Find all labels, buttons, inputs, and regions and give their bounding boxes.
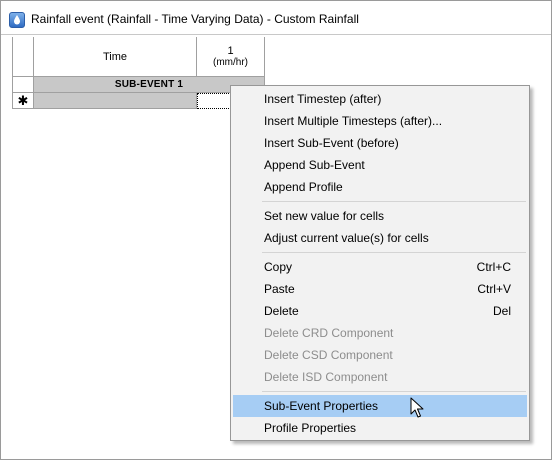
menu-item-label: Delete ISD Component (264, 370, 388, 384)
menu-item-label: Insert Sub-Event (before) (264, 136, 399, 150)
app-window-icon (9, 12, 25, 28)
menu-item-profile-properties[interactable]: Profile Properties (233, 417, 527, 439)
menu-separator (262, 391, 526, 392)
menu-item-delete[interactable]: Delete Del (233, 300, 527, 322)
menu-item-label: Set new value for cells (264, 209, 385, 223)
menu-item-shortcut: Ctrl+C (476, 260, 511, 274)
menu-item-insert-subevent[interactable]: Insert Sub-Event (before) (233, 132, 527, 154)
menu-item-label: Adjust current value(s) for cells (264, 231, 429, 245)
menu-item-label: Append Profile (264, 180, 343, 194)
time-column-header[interactable]: Time (34, 37, 197, 77)
profile-1-column-unit: (mm/hr) (213, 56, 248, 68)
menu-item-label: Delete CRD Component (264, 326, 394, 340)
menu-item-label: Append Sub-Event (264, 158, 365, 172)
asterisk-icon: ✱ (17, 93, 29, 108)
menu-separator (262, 201, 526, 202)
menu-item-delete-csd-component[interactable]: Delete CSD Component (233, 344, 527, 366)
rainfall-event-window: Rainfall event (Rainfall - Time Varying … (0, 0, 552, 460)
menu-item-label: Sub-Event Properties (264, 399, 379, 413)
menu-item-paste[interactable]: Paste Ctrl+V (233, 278, 527, 300)
menu-item-label: Paste (264, 282, 295, 296)
menu-item-delete-isd-component[interactable]: Delete ISD Component (233, 366, 527, 388)
context-menu: Insert Timestep (after) Insert Multiple … (230, 85, 530, 441)
arrow-pointer-icon (410, 397, 424, 418)
profile-1-column-label: 1 (227, 44, 234, 57)
menu-item-adjust-current-value[interactable]: Adjust current value(s) for cells (233, 227, 527, 249)
menu-item-subevent-properties[interactable]: Sub-Event Properties (233, 395, 527, 417)
menu-item-shortcut: Del (492, 304, 511, 318)
profile-1-column-header[interactable]: 1 (mm/hr) (197, 37, 265, 77)
menu-item-append-subevent[interactable]: Append Sub-Event (233, 154, 527, 176)
new-row-time-cell[interactable] (34, 93, 197, 109)
menu-item-label: Delete CSD Component (264, 348, 393, 362)
window-title: Rainfall event (Rainfall - Time Varying … (31, 12, 359, 26)
menu-item-delete-crd-component[interactable]: Delete CRD Component (233, 322, 527, 344)
menu-item-shortcut: Ctrl+V (477, 282, 511, 296)
menu-item-label: Insert Multiple Timesteps (after)... (264, 114, 443, 128)
menu-item-insert-timestep[interactable]: Insert Timestep (after) (233, 88, 527, 110)
menu-item-set-new-value[interactable]: Set new value for cells (233, 205, 527, 227)
subevent-row-header[interactable] (12, 77, 34, 93)
grid-corner-cell[interactable] (12, 37, 34, 77)
menu-item-insert-multiple-timesteps[interactable]: Insert Multiple Timesteps (after)... (233, 110, 527, 132)
subevent-label: SUB-EVENT 1 (114, 79, 184, 90)
new-row-header[interactable]: ✱ (12, 93, 34, 109)
time-column-header-label: Time (102, 50, 128, 63)
menu-item-label: Copy (264, 260, 293, 274)
menu-item-append-profile[interactable]: Append Profile (233, 176, 527, 198)
menu-item-copy[interactable]: Copy Ctrl+C (233, 256, 527, 278)
menu-item-label: Delete (264, 304, 299, 318)
title-bar[interactable]: Rainfall event (Rainfall - Time Varying … (1, 1, 551, 35)
menu-separator (262, 252, 526, 253)
menu-item-label: Profile Properties (264, 421, 357, 435)
menu-item-label: Insert Timestep (after) (264, 92, 382, 106)
